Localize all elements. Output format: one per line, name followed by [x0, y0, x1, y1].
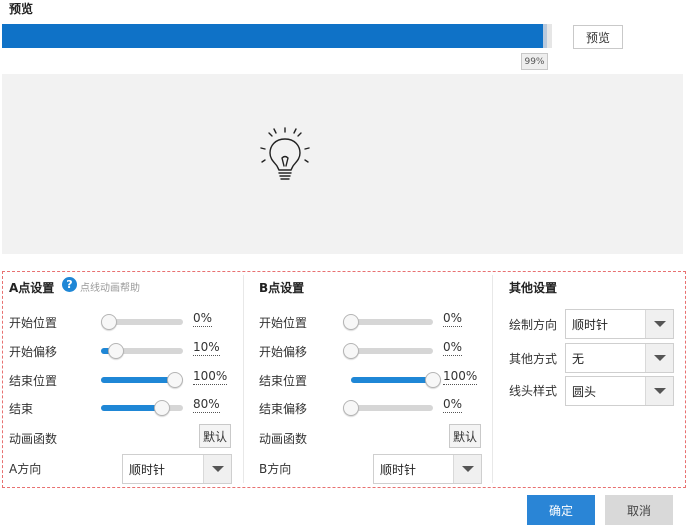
line-cap-label: 线头样式	[509, 384, 558, 398]
a-start-position-label: 开始位置	[9, 316, 58, 330]
slider-handle[interactable]	[153, 400, 170, 416]
column-divider	[243, 275, 244, 483]
preview-button[interactable]: 预览	[573, 25, 623, 49]
chevron-down-icon[interactable]	[203, 455, 231, 483]
slider-fill	[101, 377, 175, 383]
a-start-offset-label: 开始偏移	[9, 345, 58, 359]
b-start-offset-label: 开始偏移	[259, 345, 308, 359]
b-start-position-label: 开始位置	[259, 316, 308, 330]
progress-percent-tooltip: 99%	[521, 53, 548, 70]
a-start-offset-slider[interactable]	[101, 342, 183, 360]
column-divider	[492, 275, 493, 483]
slider-fill	[351, 377, 433, 383]
b-end-offset-slider[interactable]	[343, 399, 433, 417]
a-anim-function-label: 动画函数	[9, 432, 58, 446]
draw-direction-label: 绘制方向	[509, 318, 558, 332]
a-direction-select[interactable]: 顺时针	[122, 454, 232, 484]
b-direction-select[interactable]: 顺时针	[373, 454, 482, 484]
lightbulb-icon	[260, 127, 310, 180]
a-end-position-label: 结束位置	[9, 374, 58, 388]
line-cap-value: 圆头	[572, 384, 597, 399]
preview-canvas	[2, 74, 683, 254]
chevron-down-icon[interactable]	[645, 377, 673, 405]
slider-handle[interactable]	[107, 343, 124, 359]
b-end-offset-label: 结束偏移	[259, 402, 308, 416]
other-mode-select[interactable]: 无	[565, 343, 674, 373]
draw-direction-value: 顺时针	[572, 317, 609, 332]
a-end-slider[interactable]	[101, 399, 183, 417]
b-end-position-label: 结束位置	[259, 374, 308, 388]
chevron-down-icon[interactable]	[645, 310, 673, 338]
draw-direction-select[interactable]: 顺时针	[565, 309, 674, 339]
a-start-position-slider[interactable]	[101, 313, 183, 331]
b-end-position-value[interactable]: 100%	[443, 369, 478, 385]
slider-handle[interactable]	[101, 314, 117, 330]
cancel-button[interactable]: 取消	[605, 495, 673, 525]
a-end-position-value[interactable]: 100%	[193, 369, 228, 385]
chevron-down-icon[interactable]	[645, 344, 673, 372]
page-title: 预览	[9, 2, 34, 16]
a-direction-label: A方向	[9, 462, 42, 476]
other-mode-label: 其他方式	[509, 352, 558, 366]
b-start-offset-value[interactable]: 0%	[443, 340, 463, 356]
section-other-title: 其他设置	[509, 281, 558, 295]
slider-handle[interactable]	[167, 372, 183, 388]
slider-handle[interactable]	[343, 343, 359, 359]
a-direction-value: 顺时针	[129, 462, 166, 477]
a-end-position-slider[interactable]	[101, 371, 183, 389]
b-anim-function-label: 动画函数	[259, 432, 308, 446]
b-direction-value: 顺时针	[380, 462, 417, 477]
line-cap-select[interactable]: 圆头	[565, 376, 674, 406]
a-end-label: 结束	[9, 402, 34, 416]
slider-fill	[101, 405, 162, 411]
b-start-position-slider[interactable]	[343, 313, 433, 331]
b-end-offset-value[interactable]: 0%	[443, 397, 463, 413]
b-end-position-slider[interactable]	[351, 371, 441, 389]
b-direction-label: B方向	[259, 462, 292, 476]
a-start-position-value[interactable]: 0%	[193, 311, 213, 327]
chevron-down-icon[interactable]	[453, 455, 481, 483]
section-a-title: A点设置	[9, 281, 55, 295]
a-start-offset-value[interactable]: 10%	[193, 340, 220, 356]
slider-handle[interactable]	[425, 372, 441, 388]
progress-fill	[2, 24, 547, 48]
b-start-position-value[interactable]: 0%	[443, 311, 463, 327]
a-end-value[interactable]: 80%	[193, 397, 220, 413]
section-b-title: B点设置	[259, 281, 305, 295]
help-link[interactable]: 点线动画帮助	[80, 279, 140, 294]
slider-handle[interactable]	[343, 314, 359, 330]
confirm-button[interactable]: 确定	[527, 495, 595, 525]
b-default-button[interactable]: 默认	[449, 424, 481, 448]
help-icon[interactable]: ?	[62, 277, 77, 292]
other-mode-value: 无	[572, 351, 585, 366]
slider-handle[interactable]	[343, 400, 359, 416]
b-start-offset-slider[interactable]	[343, 342, 433, 360]
a-default-button[interactable]: 默认	[199, 424, 231, 448]
